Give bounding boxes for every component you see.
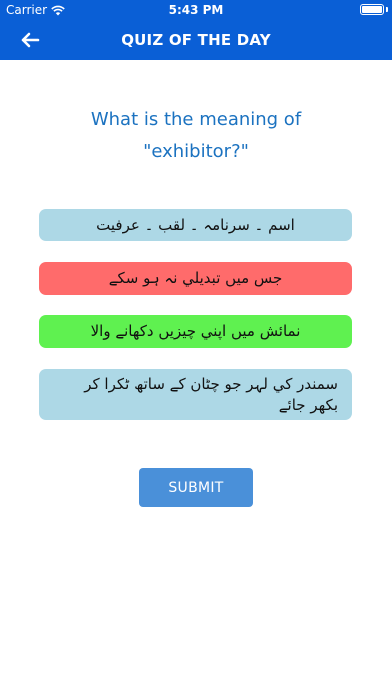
answer-option-label: جس ميں تبديلي نہ ہو سکے xyxy=(108,269,283,287)
answer-option-label: نمائش ميں اپني چيزيں دکھانے والا xyxy=(90,322,301,340)
answer-option-3[interactable]: نمائش ميں اپني چيزيں دکھانے والا xyxy=(39,315,352,348)
answer-option-2[interactable]: جس ميں تبديلي نہ ہو سکے xyxy=(39,262,352,295)
submit-button[interactable]: SUBMIT xyxy=(139,468,253,507)
status-time: 5:43 PM xyxy=(168,3,224,17)
battery-fill xyxy=(362,6,382,13)
question-text: What is the meaning of "exhibitor?" xyxy=(40,104,352,168)
question-line-1: What is the meaning of xyxy=(90,109,302,130)
status-bar: Carrier 5:43 PM xyxy=(0,0,392,20)
battery-tip xyxy=(386,7,388,12)
question-line-2: "exhibitor?" xyxy=(143,141,249,162)
answer-option-label: اسم ۔ سرنامہ ۔ لقب ۔ عرفیت xyxy=(96,215,295,234)
answer-option-label: سمندر کي لہر جو چٹان کے ساتھ ٹکرا کر بکھ… xyxy=(84,374,338,414)
battery-icon xyxy=(360,4,384,15)
answer-option-1[interactable]: اسم ۔ سرنامہ ۔ لقب ۔ عرفیت xyxy=(39,209,352,241)
page-title: QUIZ OF THE DAY xyxy=(121,31,271,49)
nav-bar: QUIZ OF THE DAY xyxy=(0,20,392,60)
answer-option-4[interactable]: سمندر کي لہر جو چٹان کے ساتھ ٹکرا کر بکھ… xyxy=(39,369,352,420)
